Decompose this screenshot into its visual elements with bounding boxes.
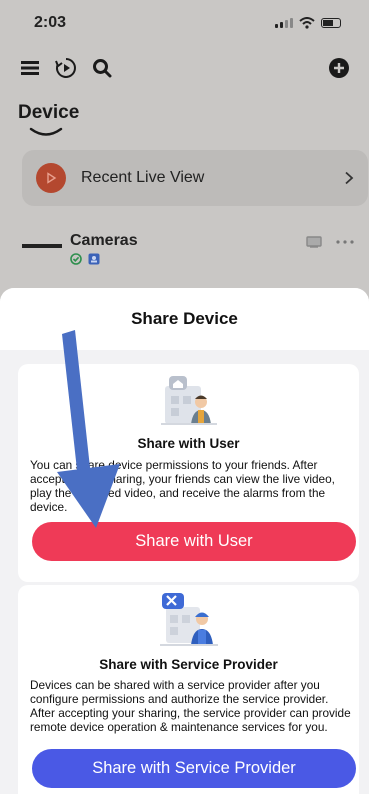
search-icon[interactable] [84, 50, 120, 86]
status-icons [275, 17, 341, 29]
share-provider-title: Share with Service Provider [99, 657, 278, 672]
tab-indicator [29, 127, 63, 136]
share-with-service-provider-button[interactable]: Share with Service Provider [32, 749, 356, 788]
online-check-icon [70, 253, 82, 265]
share-user-description: You can share device permissions to your… [30, 458, 335, 514]
playback-icon[interactable] [48, 50, 84, 86]
camera-status [70, 253, 100, 265]
live-view-icon [36, 163, 66, 193]
status-bar: 2:03 [0, 0, 369, 46]
cloud-badge-icon [88, 253, 100, 265]
camera-actions [306, 236, 354, 248]
recent-live-view-card[interactable]: Recent Live View [22, 150, 368, 206]
share-with-provider-card: Share with Service Provider Devices can … [18, 585, 359, 794]
menu-icon[interactable] [12, 50, 48, 86]
add-icon[interactable] [321, 50, 357, 86]
page-title: Device [18, 102, 80, 123]
more-icon[interactable] [336, 240, 354, 244]
share-with-user-button[interactable]: Share with User [32, 522, 356, 561]
share-device-sheet: Share Device Share with User You can sha… [0, 288, 369, 794]
camera-thumbnail [22, 244, 62, 248]
share-provider-description: Devices can be shared with a service pro… [30, 678, 351, 734]
wifi-icon [299, 17, 315, 29]
battery-icon [321, 18, 341, 28]
toolbar [0, 50, 369, 86]
share-with-user-card: Share with User You can share device per… [18, 364, 359, 582]
user-share-illustration [160, 376, 217, 425]
camera-name: Cameras [70, 232, 138, 249]
screen-icon[interactable] [306, 236, 322, 248]
sheet-header: Share Device [0, 288, 369, 350]
status-time: 2:03 [34, 14, 67, 31]
recent-live-view-label: Recent Live View [81, 169, 205, 186]
signal-icon [275, 18, 293, 28]
service-provider-illustration [159, 593, 218, 646]
share-user-title: Share with User [137, 436, 240, 451]
camera-row[interactable]: Cameras [22, 228, 368, 278]
sheet-title: Share Device [131, 309, 238, 328]
chevron-right-icon [345, 171, 354, 185]
